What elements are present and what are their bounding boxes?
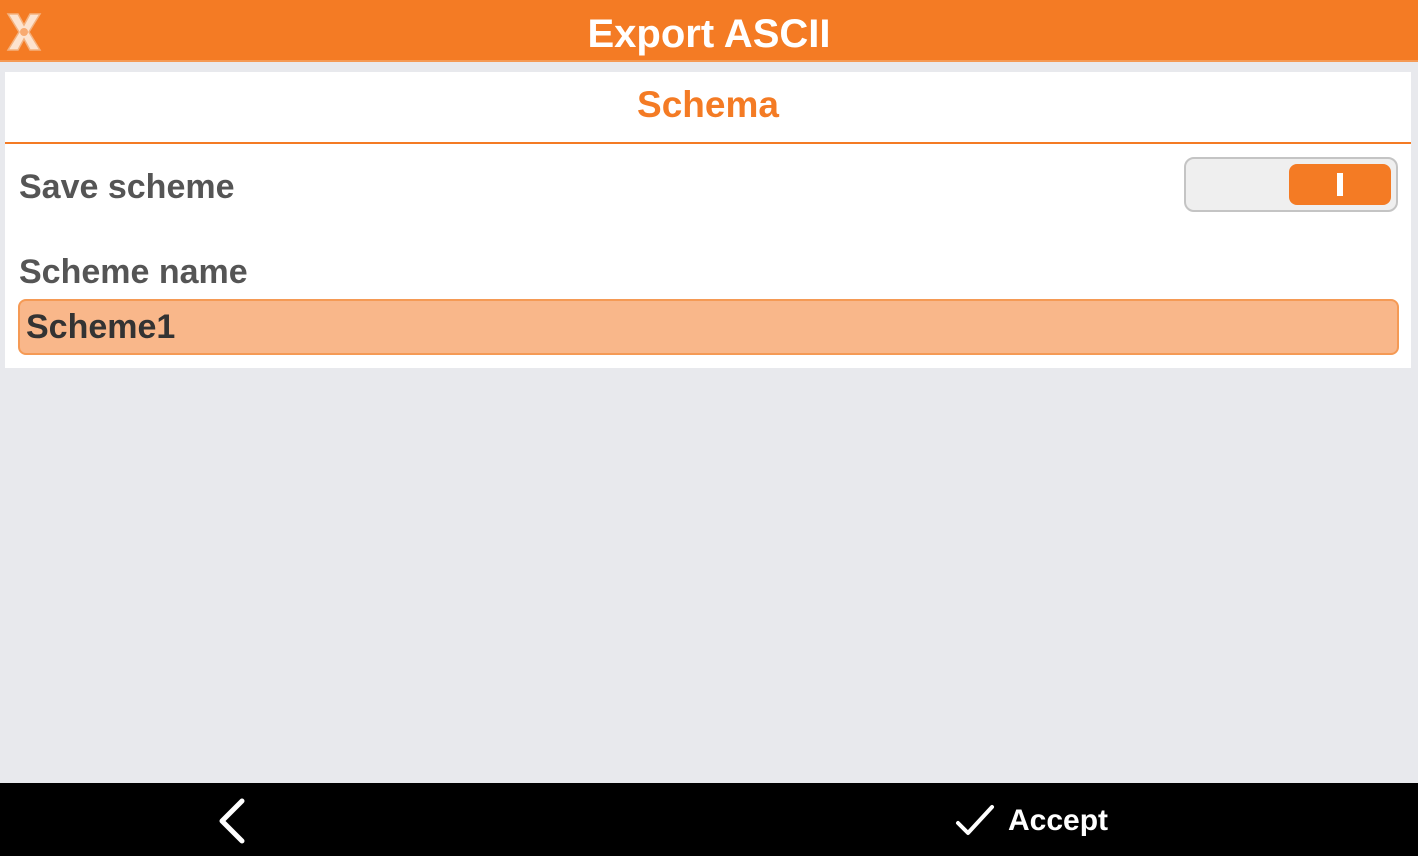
save-scheme-label: Save scheme [19,168,235,206]
bottom-bar: Accept [0,783,1418,856]
section-header: Schema [5,72,1411,144]
chevron-left-icon [219,798,245,844]
scheme-name-label: Scheme name [19,253,248,291]
window-title: Export ASCII [587,12,831,56]
checkmark-icon [956,805,994,835]
scheme-name-input[interactable] [18,299,1399,355]
accept-button[interactable]: Accept [952,799,1108,843]
accept-label: Accept [1008,804,1109,837]
section-title: Schema [637,84,779,125]
schema-card: Schema Save scheme Scheme name [5,72,1411,368]
toggle-knob [1289,164,1391,205]
title-bar: Export ASCII [0,0,1418,62]
save-scheme-toggle[interactable] [1184,157,1398,212]
back-button[interactable] [200,793,260,849]
